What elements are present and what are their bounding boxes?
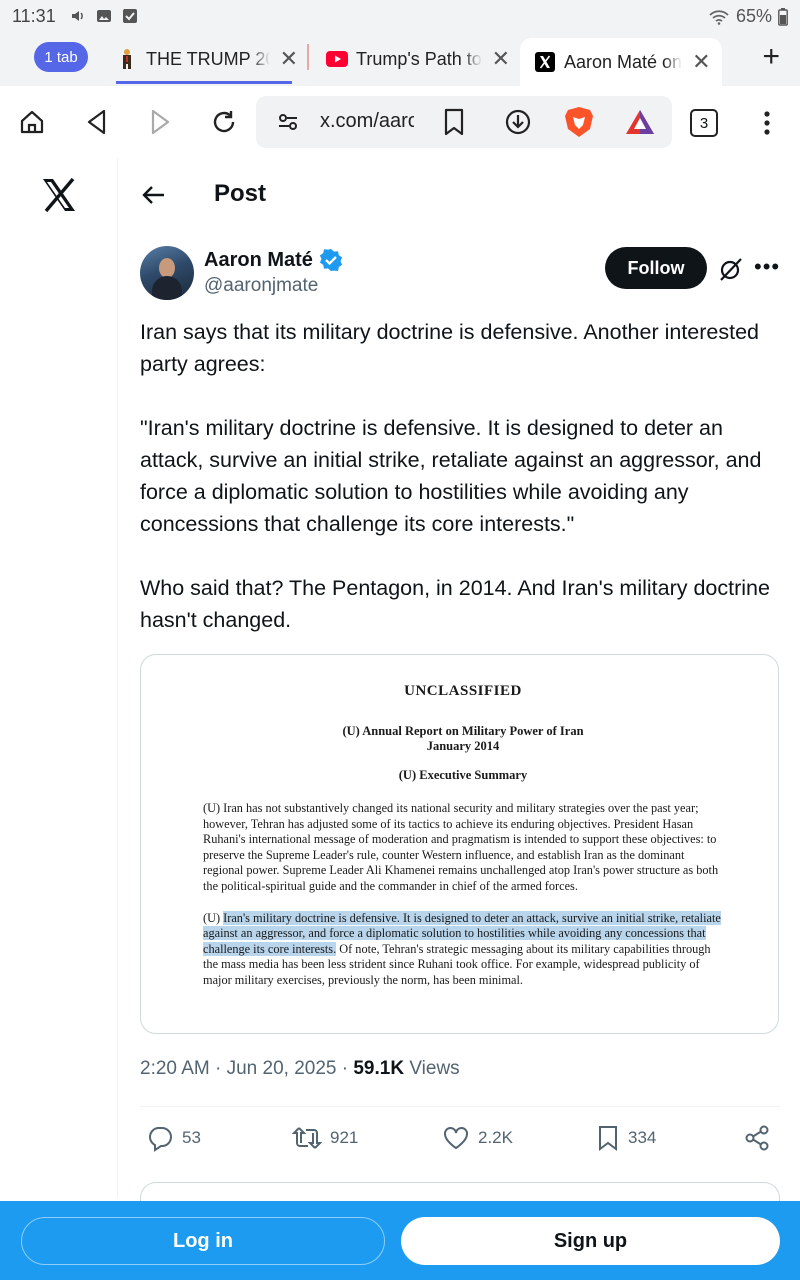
doc-title-line: (U) Annual Report on Military Power of I… (342, 724, 584, 738)
post-meta: 2:20 AM · Jun 20, 2025 · 59.1K Views (140, 1058, 460, 1080)
tab-divider (307, 44, 309, 70)
tab-title: THE TRUMP 20 (146, 48, 270, 69)
avatar[interactable] (140, 246, 194, 300)
meta-separator: · (336, 1058, 354, 1079)
tab-switcher-button[interactable]: 3 (690, 109, 718, 137)
bookmark-count: 334 (628, 1128, 657, 1147)
forward-nav-icon[interactable] (146, 108, 174, 136)
battery-icon (778, 7, 788, 26)
close-tab-icon[interactable]: ✕ (692, 49, 710, 75)
volume-icon (72, 11, 83, 21)
close-tab-icon[interactable]: ✕ (280, 46, 298, 72)
status-bar: 11:31 65% (0, 0, 800, 34)
bookmark-outline-icon (599, 1126, 617, 1151)
more-options-icon[interactable]: ••• (754, 254, 780, 280)
url-text[interactable]: x.com/aaronjmate (320, 110, 414, 133)
brave-rewards-icon[interactable] (624, 108, 656, 136)
author-handle[interactable]: @aaronjmate (204, 275, 318, 297)
browser-menu-icon[interactable] (760, 110, 774, 136)
doc-date-line: January 2014 (426, 739, 500, 753)
browser-tab-active[interactable]: Aaron Maté on ✕ (520, 38, 722, 86)
download-icon[interactable] (504, 108, 532, 136)
tweet-paragraph: Iran says that its military doctrine is … (140, 320, 760, 376)
doc-classification: UNCLASSIFIED (404, 683, 522, 699)
author-name-row[interactable]: Aaron Maté (204, 248, 343, 272)
like-button[interactable]: 2.2K (442, 1124, 513, 1152)
divider (140, 1106, 780, 1107)
brave-shields-icon[interactable] (564, 106, 594, 138)
reload-icon[interactable] (210, 108, 238, 136)
repost-button[interactable]: 921 (292, 1124, 358, 1152)
grok-icon[interactable] (718, 256, 744, 282)
share-icon (745, 1125, 769, 1151)
back-arrow-icon[interactable] (140, 182, 166, 208)
reply-button[interactable]: 53 (146, 1124, 201, 1152)
tweet-paragraph: Who said that? The Pentagon, in 2014. An… (140, 576, 770, 632)
share-button[interactable] (744, 1124, 770, 1152)
tab-count-button[interactable]: 1 tab (34, 42, 88, 72)
tab-title: Aaron Maté on (564, 51, 683, 72)
reply-count: 53 (182, 1128, 201, 1147)
post-column: Post Aaron Maté @aaronjmate Follow ••• I… (118, 158, 800, 1222)
author-name[interactable]: Aaron Maté (204, 249, 313, 272)
views-label: Views (409, 1058, 460, 1079)
tweet-text: Iran says that its military doctrine is … (140, 316, 790, 668)
browser-toolbar: x.com/aaronjmate 3 (0, 86, 800, 158)
x-logo-icon[interactable] (40, 176, 78, 214)
back-nav-icon[interactable] (83, 108, 111, 136)
views-count: 59.1K (353, 1058, 405, 1079)
attached-image[interactable]: UNCLASSIFIED (U) Annual Report on Milita… (140, 654, 779, 1034)
wifi-icon (709, 9, 729, 25)
doc-report-title: (U) Annual Report on Military Power of I… (203, 724, 723, 754)
like-count: 2.2K (478, 1128, 513, 1147)
status-time: 11:31 (12, 6, 56, 26)
tweet-paragraph: "Iran's military doctrine is defensive. … (140, 416, 762, 536)
check-notification-icon (123, 9, 137, 23)
browser-tab-bar: 1 tab THE TRUMP 20 ✕ Trump's Path to ✕ A… (0, 34, 800, 86)
post-timestamp[interactable]: 2:20 AM · Jun 20, 2025 (140, 1058, 336, 1079)
trump-figure-icon (116, 48, 138, 70)
image-notification-icon (97, 10, 111, 22)
repost-icon (292, 1127, 322, 1149)
doc-paragraph: (U) Iran has not substantively changed i… (203, 801, 719, 893)
left-nav-rail (0, 158, 118, 1198)
signin-banner: Log in Sign up (0, 1201, 800, 1280)
youtube-icon (326, 48, 348, 70)
site-settings-icon[interactable] (276, 110, 300, 134)
doc-paragraph-highlighted: (U) Iran's military doctrine is defensiv… (203, 910, 723, 989)
repost-count: 921 (330, 1128, 359, 1147)
tab-title: Trump's Path to (356, 48, 482, 69)
document-scan: UNCLASSIFIED (U) Annual Report on Milita… (203, 683, 723, 1005)
doc-section-heading: (U) Executive Summary (398, 768, 528, 782)
doc-paragraph-prefix: (U) (203, 910, 221, 925)
page-title: Post (214, 180, 267, 207)
address-bar[interactable]: x.com/aaronjmate (256, 96, 672, 148)
post-header: Post (118, 158, 800, 232)
action-bar: 53 921 2.2K 334 (140, 1124, 780, 1156)
battery-percent: 65% (735, 6, 772, 26)
reply-icon (149, 1127, 172, 1152)
bookmark-icon[interactable] (442, 108, 466, 136)
close-tab-icon[interactable]: ✕ (492, 46, 510, 72)
home-icon[interactable] (18, 108, 46, 136)
x-icon (534, 51, 556, 73)
verified-badge-icon (319, 249, 343, 271)
heart-icon (444, 1127, 468, 1150)
tab-group-indicator (116, 81, 292, 84)
browser-tab[interactable]: Trump's Path to ✕ (326, 36, 510, 82)
bookmark-button[interactable]: 334 (596, 1124, 656, 1152)
login-button[interactable]: Log in (21, 1217, 385, 1265)
follow-button[interactable]: Follow (605, 247, 707, 289)
new-tab-button[interactable]: + (762, 40, 780, 74)
signup-button[interactable]: Sign up (401, 1217, 780, 1265)
browser-tab[interactable]: THE TRUMP 20 ✕ (116, 36, 298, 82)
